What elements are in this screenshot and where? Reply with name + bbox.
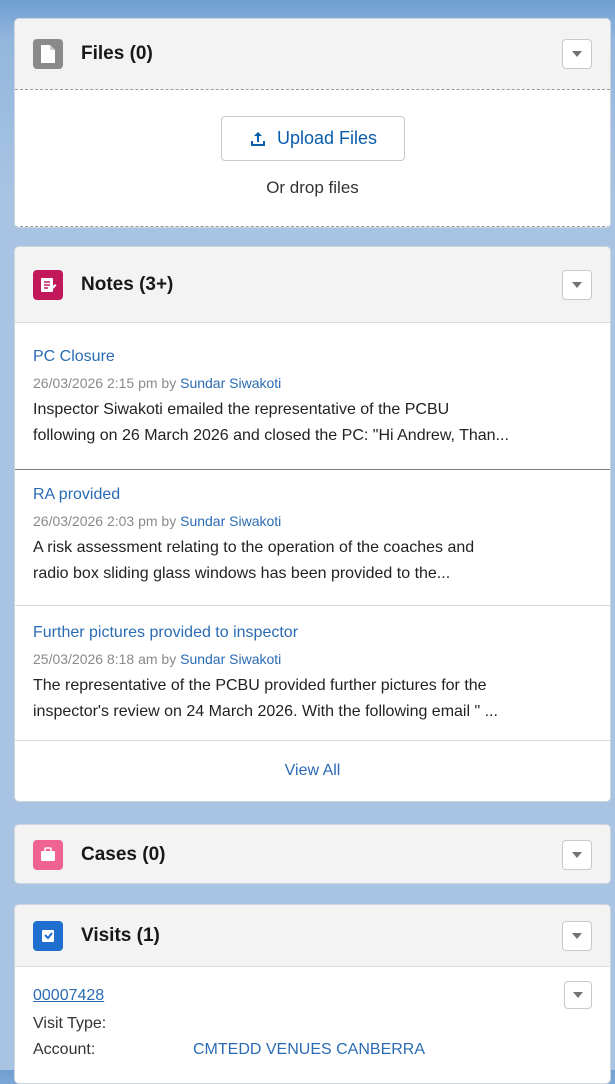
account-label: Account: [33, 1041, 96, 1058]
note-body: The representative of the PCBU provided … [33, 673, 592, 725]
note-date: 25/03/2026 8:18 am by [33, 651, 181, 667]
cases-header: Cases (0) [15, 825, 610, 883]
note-meta: 26/03/2026 2:15 pm by Sundar Siwakoti [33, 373, 592, 393]
notes-title: Notes (3+) [81, 273, 174, 295]
note-body-line: radio box sliding glass windows has been… [33, 565, 451, 582]
note-title-link[interactable]: PC Closure [33, 347, 592, 367]
note-body-line: The representative of the PCBU provided … [33, 677, 487, 694]
note-author-link[interactable]: Sundar Siwakoti [180, 375, 281, 391]
files-title: Files (0) [81, 43, 153, 64]
visit-type-label: Visit Type: [33, 1015, 107, 1032]
upload-files-label: Upload Files [276, 128, 378, 148]
upload-files-button[interactable]: Upload Files [221, 116, 405, 161]
notes-card: Notes (3+) PC Closure 26/03/2026 2:15 pm… [14, 246, 611, 802]
visits-menu-button[interactable] [562, 920, 592, 951]
files-card: Files (0) Upload Files Or drop files [14, 18, 611, 228]
chevron-down-icon [572, 281, 582, 288]
note-date: 26/03/2026 2:15 pm by [33, 375, 181, 391]
note-meta: 25/03/2026 8:18 am by Sundar Siwakoti [33, 649, 592, 669]
note-item: RA provided 26/03/2026 2:03 pm by Sundar… [15, 485, 610, 587]
visit-row-menu-button[interactable] [564, 981, 592, 1009]
divider [15, 605, 610, 606]
note-body: A risk assessment relating to the operat… [33, 535, 592, 587]
case-icon [33, 840, 63, 870]
drop-files-text: Or drop files [266, 178, 359, 197]
note-meta: 26/03/2026 2:03 pm by Sundar Siwakoti [33, 511, 592, 531]
note-author-link[interactable]: Sundar Siwakoti [180, 513, 281, 529]
visits-card: Visits (1) 00007428 Visit Type: Account:… [14, 904, 611, 1084]
account-link[interactable]: CMTEDD VENUES CANBERRA [193, 1041, 425, 1059]
note-body-line: A risk assessment relating to the operat… [33, 539, 475, 556]
note-date: 26/03/2026 2:03 pm by [33, 513, 181, 529]
visit-icon [33, 920, 63, 951]
visits-title: Visits (1) [81, 924, 160, 946]
cases-card: Cases (0) [14, 824, 611, 884]
notes-menu-button[interactable] [562, 269, 592, 300]
note-title-link[interactable]: Further pictures provided to inspector [33, 623, 592, 643]
note-title-link[interactable]: RA provided [33, 485, 592, 505]
files-header: Files (0) [15, 19, 610, 89]
file-dropzone[interactable]: Upload Files Or drop files [15, 89, 610, 227]
cases-menu-button[interactable] [562, 840, 592, 870]
files-menu-button[interactable] [562, 39, 592, 69]
upload-icon [250, 131, 265, 146]
note-icon [33, 269, 63, 300]
note-item: Further pictures provided to inspector 2… [15, 623, 610, 725]
note-body-line: Inspector Siwakoti emailed the represent… [33, 401, 450, 418]
chevron-down-icon [573, 992, 583, 998]
note-body-line: inspector's review on 24 March 2026. Wit… [33, 703, 498, 720]
file-icon [33, 39, 63, 69]
note-body: Inspector Siwakoti emailed the represent… [33, 397, 592, 449]
view-all-link[interactable]: View All [15, 740, 610, 801]
divider [15, 469, 610, 470]
notes-header: Notes (3+) [15, 247, 610, 323]
note-author-link[interactable]: Sundar Siwakoti [180, 651, 281, 667]
visit-record-link[interactable]: 00007428 [33, 987, 104, 1005]
chevron-down-icon [572, 852, 582, 858]
chevron-down-icon [572, 932, 582, 939]
note-body-line: following on 26 March 2026 and closed th… [33, 427, 509, 444]
cases-title: Cases (0) [81, 844, 166, 865]
chevron-down-icon [572, 51, 582, 57]
note-item: PC Closure 26/03/2026 2:15 pm by Sundar … [15, 347, 610, 449]
visits-header: Visits (1) [15, 905, 610, 967]
